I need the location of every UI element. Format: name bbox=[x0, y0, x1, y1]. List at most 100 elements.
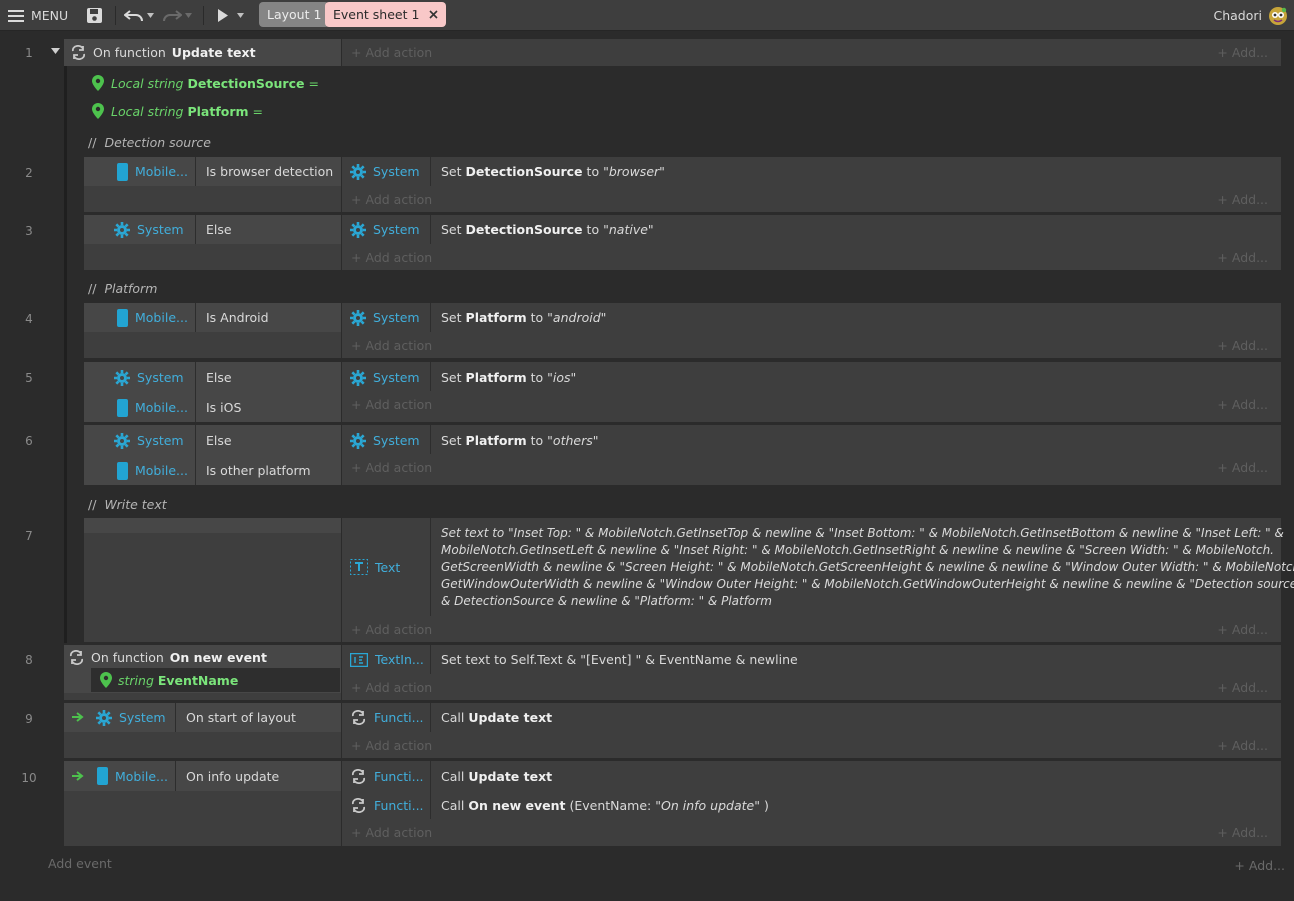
actions-area[interactable]: Functi... Call Update text Functi... Call… bbox=[342, 761, 1281, 846]
action-text[interactable]: Set Platform to "android" bbox=[441, 303, 606, 332]
condition-text[interactable]: Is browser detection bbox=[196, 157, 333, 186]
system-object[interactable]: System bbox=[88, 703, 176, 732]
actions-area[interactable]: System Set Platform to "android" + Add actio… bbox=[342, 303, 1281, 358]
condition-text[interactable]: On info update bbox=[176, 761, 279, 791]
mobile-object[interactable]: Mobile... bbox=[109, 303, 195, 332]
system-object[interactable]: System bbox=[342, 215, 430, 244]
system-object[interactable]: System bbox=[342, 426, 430, 455]
add-more-button[interactable]: + Add... bbox=[1217, 192, 1268, 207]
add-action-button[interactable]: + Add action bbox=[351, 825, 432, 840]
add-action-button[interactable]: + Add action bbox=[351, 738, 432, 753]
action-text[interactable]: Call On new event (EventName: "On info upda… bbox=[441, 790, 769, 820]
actions-area[interactable]: System Set DetectionSource to "browser" + Ad… bbox=[342, 157, 1281, 212]
action-text[interactable]: Set Platform to "ios" bbox=[441, 363, 576, 392]
action-text[interactable]: Call Update text bbox=[441, 703, 552, 732]
textinput-object[interactable]: TextIn... bbox=[342, 645, 430, 674]
function-object[interactable]: Functi... bbox=[342, 790, 430, 820]
mobile-object[interactable]: Mobile... bbox=[109, 393, 195, 422]
function-object[interactable]: Functi... bbox=[342, 761, 430, 791]
add-action-button[interactable]: + Add action bbox=[351, 45, 432, 60]
action-text[interactable]: Set DetectionSource to "browser" bbox=[441, 157, 665, 186]
add-more-button[interactable]: + Add... bbox=[1217, 45, 1268, 60]
add-more-button[interactable]: + Add... bbox=[1217, 338, 1268, 353]
save-button[interactable] bbox=[86, 0, 103, 31]
add-more-button[interactable]: + Add... bbox=[1234, 858, 1285, 873]
add-action-button[interactable]: + Add action bbox=[351, 622, 432, 637]
system-object[interactable]: System bbox=[106, 215, 195, 244]
collapse-icon[interactable] bbox=[51, 48, 60, 54]
action-text[interactable]: Set DetectionSource to "native" bbox=[441, 215, 654, 244]
function-object[interactable]: Functi... bbox=[342, 703, 430, 732]
add-action-button[interactable]: + Add action bbox=[351, 460, 432, 475]
play-button[interactable] bbox=[217, 0, 244, 31]
system-object[interactable]: System bbox=[342, 363, 430, 392]
comment[interactable]: //Platform bbox=[88, 281, 157, 296]
undo-dropdown-icon[interactable] bbox=[147, 13, 154, 18]
comment[interactable]: //Write text bbox=[88, 497, 167, 512]
add-more-button[interactable]: + Add... bbox=[1217, 397, 1268, 412]
add-action-button[interactable]: + Add action bbox=[351, 397, 432, 412]
action-text[interactable]: Set text to "Inset Top: " & MobileNotch.… bbox=[441, 525, 1294, 610]
condition-text[interactable]: Else bbox=[196, 363, 232, 392]
redo-dropdown-icon[interactable] bbox=[185, 13, 192, 18]
system-object[interactable]: System bbox=[342, 303, 430, 332]
conditions-area[interactable]: System Else bbox=[84, 215, 341, 270]
add-more-button[interactable]: + Add... bbox=[1217, 738, 1268, 753]
actions-area[interactable]: System Set Platform to "others" + Add action… bbox=[342, 425, 1281, 485]
add-action-button[interactable]: + Add action bbox=[351, 250, 432, 265]
tab-event-sheet-1[interactable]: Event sheet 1 bbox=[325, 2, 447, 27]
action-text[interactable]: Set Platform to "others" bbox=[441, 426, 598, 455]
redo-button[interactable] bbox=[162, 0, 192, 31]
conditions-area[interactable]: System Else Mobile... Is other platform bbox=[84, 425, 341, 485]
action-text[interactable]: Call Update text bbox=[441, 761, 552, 791]
play-dropdown-icon[interactable] bbox=[237, 13, 244, 18]
condition-text[interactable]: Is Android bbox=[196, 303, 269, 332]
system-object[interactable]: System bbox=[342, 157, 430, 186]
actions-area[interactable]: + Add action + Add... bbox=[342, 39, 1281, 66]
condition-text[interactable]: On start of layout bbox=[176, 703, 296, 732]
add-more-button[interactable]: + Add... bbox=[1217, 622, 1268, 637]
function-parameter[interactable]: string EventName bbox=[100, 668, 238, 692]
actions-area[interactable]: Text Set text to "Inset Top: " & MobileN… bbox=[342, 518, 1294, 642]
add-event-button[interactable]: Add event bbox=[48, 856, 112, 871]
mobile-object[interactable]: Mobile... bbox=[109, 157, 195, 186]
conditions-area[interactable]: Mobile... Is browser detection bbox=[84, 157, 341, 212]
close-tab-icon[interactable] bbox=[429, 10, 439, 19]
conditions-area[interactable]: Mobile... Is Android bbox=[84, 303, 341, 358]
conditions-area[interactable]: Mobile... On info update bbox=[64, 761, 341, 846]
action-text[interactable]: Set text to Self.Text & "[Event] " & Eve… bbox=[441, 645, 798, 674]
add-more-button[interactable]: + Add... bbox=[1217, 680, 1268, 695]
actions-area[interactable]: Functi... Call Update text + Add action + … bbox=[342, 703, 1281, 758]
actions-area[interactable]: System Set Platform to "ios" + Add action + … bbox=[342, 362, 1281, 422]
actions-area[interactable]: TextIn... Set text to Self.Text & "[Even… bbox=[342, 645, 1281, 700]
condition-text[interactable]: Else bbox=[196, 426, 232, 455]
function-header[interactable]: On function On new event string EventNam… bbox=[64, 645, 341, 693]
comment[interactable]: //Detection source bbox=[88, 135, 211, 150]
condition-text[interactable]: Is iOS bbox=[196, 393, 241, 422]
actions-area[interactable]: System Set DetectionSource to "native" + Add… bbox=[342, 215, 1281, 270]
condition-text[interactable]: Is other platform bbox=[196, 456, 311, 485]
undo-button[interactable] bbox=[124, 0, 154, 31]
add-action-button[interactable]: + Add action bbox=[351, 338, 432, 353]
local-variable[interactable]: Local string Platform = bbox=[92, 101, 263, 121]
tab-layout-1[interactable]: Layout 1 bbox=[259, 2, 330, 27]
conditions-area[interactable]: System On start of layout bbox=[64, 703, 341, 758]
system-object[interactable]: System bbox=[106, 363, 195, 392]
text-object[interactable]: Text bbox=[342, 518, 430, 616]
function-header[interactable]: On function Update text bbox=[64, 39, 341, 66]
add-action-button[interactable]: + Add action bbox=[351, 192, 432, 207]
event-sheet[interactable]: 1 On function Update text + Add action + … bbox=[0, 31, 1294, 901]
system-object[interactable]: System bbox=[106, 426, 195, 455]
mobile-object[interactable]: Mobile... bbox=[89, 761, 176, 791]
local-variable[interactable]: Local string DetectionSource = bbox=[92, 73, 319, 93]
add-more-button[interactable]: + Add... bbox=[1217, 825, 1268, 840]
condition-text[interactable]: Else bbox=[196, 215, 232, 244]
mobile-object[interactable]: Mobile... bbox=[109, 456, 195, 485]
conditions-area[interactable] bbox=[84, 518, 341, 642]
add-more-button[interactable]: + Add... bbox=[1217, 460, 1268, 475]
add-action-button[interactable]: + Add action bbox=[351, 680, 432, 695]
user-account[interactable]: Chadori bbox=[1213, 0, 1288, 31]
conditions-area[interactable]: System Else Mobile... Is iOS bbox=[84, 362, 341, 422]
add-more-button[interactable]: + Add... bbox=[1217, 250, 1268, 265]
menu-button[interactable]: MENU bbox=[8, 0, 68, 31]
